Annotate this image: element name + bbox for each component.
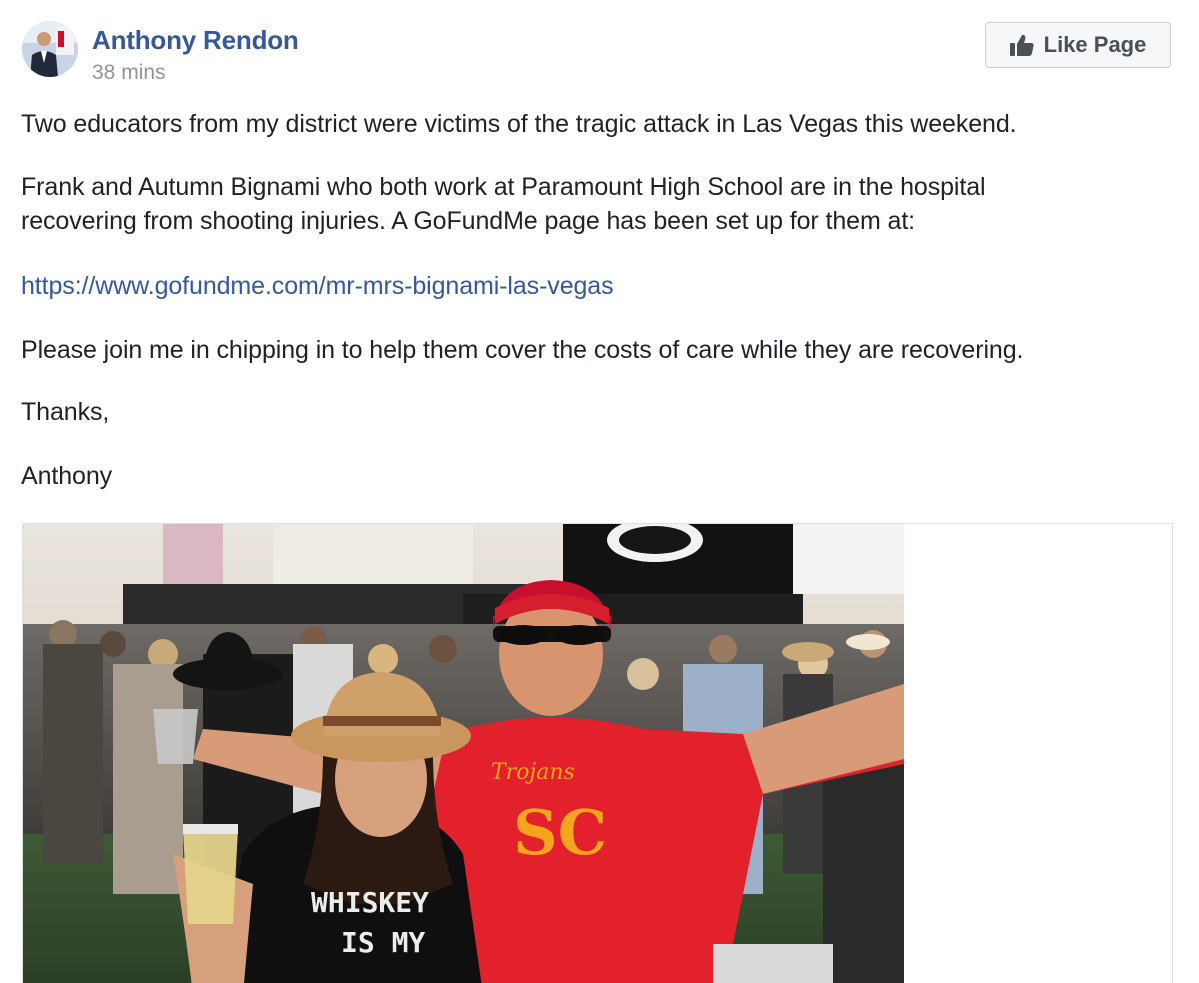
post-photo-container: Trojans SC WHISKEY IS MY: [22, 523, 1173, 983]
shirt-script-text: Trojans: [491, 760, 575, 785]
like-page-label: Like Page: [1043, 32, 1147, 57]
avatar-image: [22, 21, 78, 77]
post-timestamp[interactable]: 38 mins: [92, 60, 166, 86]
author-name-link[interactable]: Anthony Rendon: [92, 25, 299, 55]
like-page-button[interactable]: Like Page: [985, 22, 1171, 68]
post-signoff: Thanks,: [21, 398, 110, 426]
post-signature: Anthony: [21, 462, 113, 490]
facebook-post: Anthony Rendon 38 mins Like Page Two edu…: [0, 0, 1199, 983]
author-avatar[interactable]: [22, 21, 78, 77]
gofundme-link[interactable]: https://www.gofundme.com/mr-mrs-bignami-…: [21, 272, 614, 300]
post-paragraph-1: Two educators from my district were vict…: [21, 110, 1017, 138]
shirt-text-line-2: IS MY: [341, 926, 425, 959]
shirt-text-line-1: WHISKEY: [311, 886, 429, 919]
thumbs-up-icon: [1009, 34, 1034, 56]
post-paragraph-2-line-1: Frank and Autumn Bignami who both work a…: [21, 173, 986, 201]
shirt-sc-letters: SC: [513, 796, 607, 869]
post-paragraph-2-line-2: recovering from shooting injuries. A GoF…: [21, 207, 916, 235]
post-photo[interactable]: Trojans SC WHISKEY IS MY: [23, 524, 904, 983]
post-paragraph-3: Please join me in chipping in to help th…: [21, 336, 1024, 364]
